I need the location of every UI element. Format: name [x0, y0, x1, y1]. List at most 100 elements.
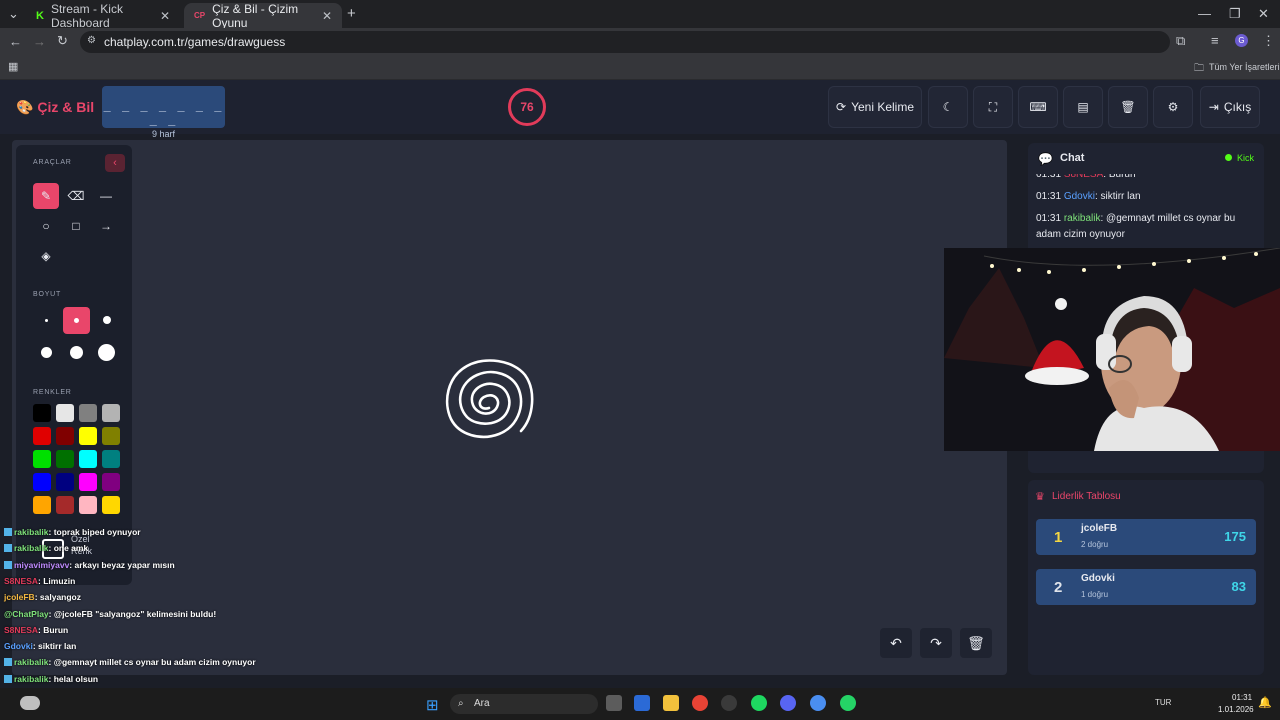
forward-icon[interactable]: →	[33, 34, 46, 49]
minimize-icon[interactable]: —	[1198, 6, 1211, 21]
color-swatch[interactable]	[102, 450, 120, 468]
menu-dots-icon[interactable]: ⋮	[1262, 33, 1275, 49]
whatsapp-icon[interactable]	[840, 695, 856, 711]
store-icon[interactable]	[634, 695, 650, 711]
color-swatch[interactable]	[102, 473, 120, 491]
color-swatch[interactable]	[33, 473, 51, 491]
keyboard-button[interactable]: ⌨	[1018, 86, 1058, 128]
color-swatch[interactable]	[56, 450, 74, 468]
notifications-icon[interactable]: 🔔	[1258, 696, 1272, 709]
color-swatch[interactable]	[79, 404, 97, 422]
overlay-chat-message: jcoleFB: salyangoz	[4, 592, 81, 602]
clear-canvas-button[interactable]: 🗑	[960, 628, 992, 658]
tab-list-icon[interactable]: ⌄	[8, 6, 19, 22]
media-icon[interactable]: ≡	[1211, 33, 1219, 48]
line-tool[interactable]: —	[93, 183, 119, 209]
chrome-profile-icon[interactable]	[810, 695, 826, 711]
dark-mode-button[interactable]: ☾	[928, 86, 968, 128]
color-swatch[interactable]	[102, 404, 120, 422]
chat-time: 01:31	[1036, 213, 1062, 224]
close-tab-icon[interactable]: ✕	[322, 9, 332, 23]
paint-bucket-icon: ◈	[41, 249, 51, 263]
collapse-tools-button[interactable]: ‹	[105, 154, 125, 172]
all-bookmarks-link[interactable]: Tüm Yer İşaretleri	[1209, 62, 1280, 72]
back-icon[interactable]: ←	[9, 34, 22, 49]
overlay-chat-message: rakibalik: @gemnayt millet cs oynar bu a…	[4, 657, 256, 667]
address-bar[interactable]: ⚙ chatplay.com.tr/games/drawguess	[80, 31, 1170, 53]
brush-tool[interactable]: ✎	[33, 183, 59, 209]
apps-grid-icon[interactable]: ▦	[8, 60, 18, 73]
word-blanks: _ _ _ _ _ _ _ _ _	[103, 98, 224, 126]
chat-text: : @gemnayt millet cs oynar bu adam cizim…	[48, 657, 256, 668]
rank: 1	[1054, 529, 1063, 546]
new-tab-icon[interactable]: +	[347, 5, 356, 22]
eraser-tool[interactable]: ⌫	[63, 183, 89, 209]
chrome-icon[interactable]	[692, 695, 708, 711]
color-swatch[interactable]	[56, 473, 74, 491]
color-swatch[interactable]	[79, 450, 97, 468]
clear-button[interactable]: 🗑	[1108, 86, 1148, 128]
color-swatch[interactable]	[79, 496, 97, 514]
site-info-icon[interactable]: ⚙	[87, 35, 96, 46]
tab-ciz-bil[interactable]: CP Çiz & Bil - Çizim Oyunu ✕	[184, 2, 342, 30]
archive-button[interactable]: ▤	[1063, 86, 1103, 128]
chat-text: : Limuzin	[38, 575, 76, 586]
task-view-icon[interactable]	[606, 695, 622, 711]
color-swatch[interactable]	[56, 404, 74, 422]
color-swatch[interactable]	[56, 496, 74, 514]
kick-favicon-icon: K	[36, 9, 44, 22]
color-swatch[interactable]	[102, 427, 120, 445]
language-indicator[interactable]: TUR	[1155, 698, 1171, 707]
online-status-dot	[1225, 154, 1232, 161]
color-swatch[interactable]	[33, 450, 51, 468]
windows-start-icon[interactable]: ⊞	[426, 696, 439, 714]
drawing-canvas[interactable]	[12, 140, 1007, 675]
undo-icon: ↶	[890, 634, 902, 651]
size-option-4[interactable]	[41, 347, 52, 358]
color-swatch[interactable]	[33, 404, 51, 422]
discord-icon[interactable]	[780, 695, 796, 711]
new-word-button[interactable]: ⟳ Yeni Kelime	[828, 86, 922, 128]
profile-avatar[interactable]: G	[1235, 34, 1248, 47]
size-option-6[interactable]	[98, 344, 115, 361]
fullscreen-button[interactable]: ⛶	[973, 86, 1013, 128]
taskbar-search[interactable]: ⌕ Ara	[450, 694, 598, 714]
redo-button[interactable]: ↷	[920, 628, 952, 658]
leaderboard-row: 1 jcoleFB 2 doğru 175	[1036, 519, 1256, 555]
exit-button[interactable]: ⇥ Çıkış	[1200, 86, 1260, 128]
undo-button[interactable]: ↶	[880, 628, 912, 658]
file-explorer-icon[interactable]	[663, 695, 679, 711]
overlay-chat-message: rakibalik: toprak biped oynuyor	[4, 527, 141, 537]
rank: 2	[1054, 579, 1063, 596]
spotify-icon[interactable]	[751, 695, 767, 711]
color-swatch[interactable]	[79, 427, 97, 445]
extensions-icon[interactable]: ⧉	[1176, 33, 1185, 49]
weather-icon[interactable]	[20, 696, 40, 710]
overlay-chat-message: rakibalik: one amk	[4, 543, 88, 553]
color-swatch[interactable]	[79, 473, 97, 491]
rectangle-tool[interactable]: □	[63, 213, 89, 239]
size-option-2[interactable]	[63, 307, 90, 334]
reload-icon[interactable]: ↻	[57, 33, 68, 49]
tab-kick-dashboard[interactable]: K Stream - Kick Dashboard ✕	[26, 2, 180, 30]
clock-time[interactable]: 01:31	[1232, 693, 1252, 702]
platform-label: Kick	[1237, 153, 1255, 163]
color-swatch[interactable]	[56, 427, 74, 445]
clock-date[interactable]: 1.01.2026	[1218, 705, 1254, 714]
fill-tool[interactable]: ◈	[33, 243, 59, 269]
restore-icon[interactable]: ❐	[1229, 6, 1241, 22]
size-option-5[interactable]	[70, 346, 83, 359]
line-icon: —	[100, 189, 112, 203]
size-option-1[interactable]	[45, 319, 48, 322]
size-option-3[interactable]	[103, 316, 111, 324]
color-swatch[interactable]	[33, 427, 51, 445]
arrow-right-icon: →	[100, 219, 112, 233]
color-swatch[interactable]	[102, 496, 120, 514]
close-window-icon[interactable]: ✕	[1258, 6, 1269, 22]
arrow-tool[interactable]: →	[93, 213, 119, 239]
circle-tool[interactable]: ○	[33, 213, 59, 239]
close-tab-icon[interactable]: ✕	[160, 9, 170, 23]
obs-icon[interactable]	[721, 695, 737, 711]
settings-button[interactable]: ⚙	[1153, 86, 1193, 128]
color-swatch[interactable]	[33, 496, 51, 514]
